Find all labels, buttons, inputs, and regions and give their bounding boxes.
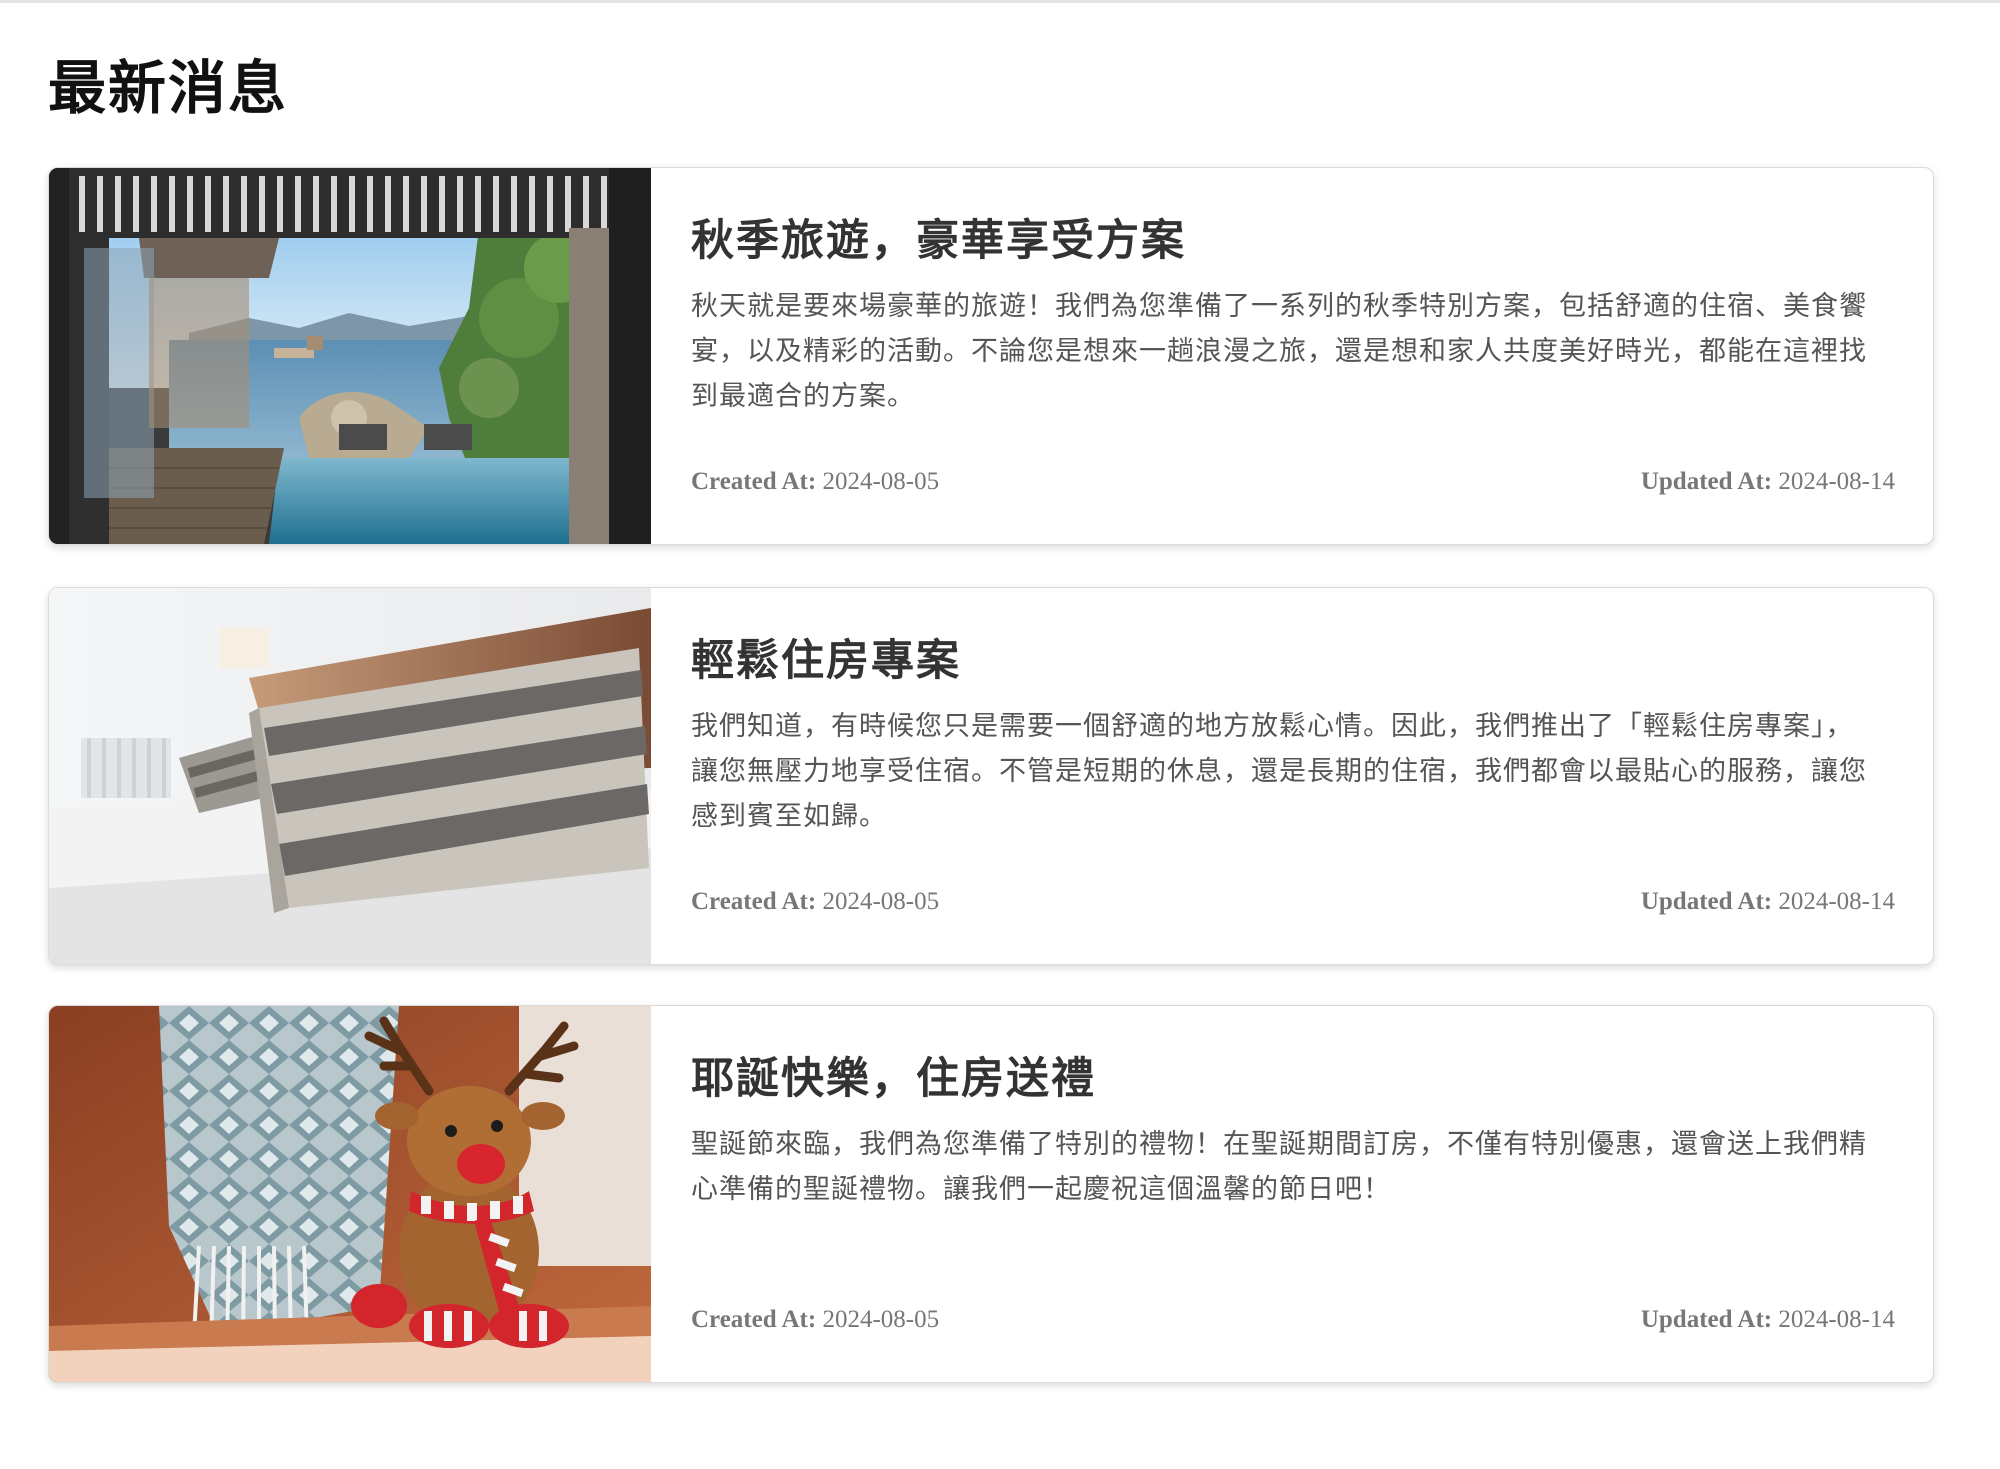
news-title[interactable]: 輕鬆住房專案	[691, 632, 961, 690]
created-at-label: Created At:	[691, 888, 817, 915]
news-image-villa-pool[interactable]	[49, 168, 651, 544]
updated-at: Updated At: 2024-08-14	[1641, 1306, 1895, 1334]
news-card[interactable]: 耶誕快樂，住房送禮 聖誕節來臨，我們為您準備了特別的禮物！在聖誕期間訂房，不僅有…	[48, 1005, 1934, 1383]
news-content: 耶誕快樂，住房送禮 聖誕節來臨，我們為您準備了特別的禮物！在聖誕期間訂房，不僅有…	[691, 1006, 1895, 1382]
news-content: 輕鬆住房專案 我們知道，有時候您只是需要一個舒適的地方放鬆心情。因此，我們推出了…	[691, 588, 1895, 964]
news-card[interactable]: 輕鬆住房專案 我們知道，有時候您只是需要一個舒適的地方放鬆心情。因此，我們推出了…	[48, 587, 1934, 965]
created-at-value: 2024-08-05	[822, 468, 940, 495]
news-description: 聖誕節來臨，我們為您準備了特別的禮物！在聖誕期間訂房，不僅有特別優惠，還會送上我…	[691, 1129, 1867, 1205]
updated-at-value: 2024-08-14	[1778, 468, 1895, 495]
created-at-value: 2024-08-05	[822, 1306, 940, 1333]
page-title: 最新消息	[48, 54, 289, 122]
updated-at-value: 2024-08-14	[1778, 1306, 1895, 1333]
created-at-label: Created At:	[691, 1306, 817, 1333]
updated-at-value: 2024-08-14	[1778, 888, 1895, 915]
news-description: 我們知道，有時候您只是需要一個舒適的地方放鬆心情。因此，我們推出了「輕鬆住房專案…	[691, 711, 1867, 832]
updated-at-label: Updated At:	[1640, 468, 1773, 495]
news-image-reindeer[interactable]	[49, 1006, 651, 1382]
updated-at-label: Updated At:	[1640, 1306, 1773, 1333]
news-card[interactable]: 秋季旅遊，豪華享受方案 秋天就是要來場豪華的旅遊！我們為您準備了一系列的秋季特別…	[48, 167, 1934, 545]
created-at-label: Created At:	[691, 468, 817, 495]
updated-at: Updated At: 2024-08-14	[1641, 888, 1895, 916]
top-divider	[0, 0, 2000, 3]
news-title[interactable]: 秋季旅遊，豪華享受方案	[691, 212, 1186, 270]
news-title[interactable]: 耶誕快樂，住房送禮	[691, 1050, 1096, 1108]
created-at: Created At: 2024-08-05	[691, 888, 939, 916]
created-at-value: 2024-08-05	[822, 888, 940, 915]
created-at: Created At: 2024-08-05	[691, 1306, 939, 1334]
updated-at: Updated At: 2024-08-14	[1641, 468, 1895, 496]
news-image-pillows[interactable]	[49, 588, 651, 964]
news-content: 秋季旅遊，豪華享受方案 秋天就是要來場豪華的旅遊！我們為您準備了一系列的秋季特別…	[691, 168, 1895, 544]
updated-at-label: Updated At:	[1640, 888, 1773, 915]
news-description: 秋天就是要來場豪華的旅遊！我們為您準備了一系列的秋季特別方案，包括舒適的住宿、美…	[691, 291, 1867, 412]
created-at: Created At: 2024-08-05	[691, 468, 939, 496]
